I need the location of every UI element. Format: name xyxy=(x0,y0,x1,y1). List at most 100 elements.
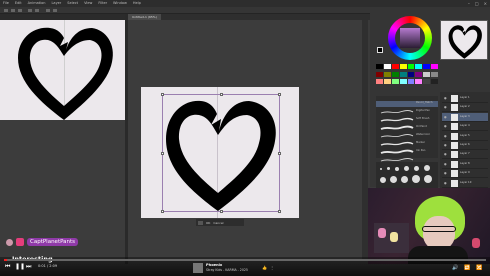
eye-icon[interactable]: ● xyxy=(444,143,447,147)
thumbs-up-icon[interactable]: 👍 xyxy=(262,265,270,270)
brush-stroke-preview[interactable] xyxy=(380,132,414,146)
main-color-swatch[interactable] xyxy=(377,47,383,53)
brush-size-dot[interactable] xyxy=(404,166,409,171)
eye-icon[interactable]: ● xyxy=(444,162,447,166)
more-icon[interactable]: ⋮ xyxy=(270,265,277,270)
pause-icon[interactable]: ❚❚ xyxy=(15,263,25,270)
shuffle-icon[interactable]: 🔀 xyxy=(476,265,482,271)
fill-icon[interactable] xyxy=(53,9,57,12)
color-swatch[interactable] xyxy=(415,71,423,77)
brush-size-dot[interactable] xyxy=(401,176,408,183)
brush-stroke-preview[interactable] xyxy=(380,140,414,154)
layer-row[interactable]: ● Layer 7 xyxy=(442,150,488,160)
layer-row[interactable]: ● Layer 10 xyxy=(442,179,488,188)
eye-icon[interactable]: ● xyxy=(444,171,447,175)
menu-edit[interactable]: Edit xyxy=(15,0,22,7)
layer-row[interactable]: ● Layer 8 xyxy=(442,160,488,169)
volume-icon[interactable]: 🔊 xyxy=(452,265,458,271)
brush-size-dot[interactable] xyxy=(424,175,432,183)
layer-row[interactable]: ● Layer 9 xyxy=(442,169,488,179)
color-swatch[interactable] xyxy=(407,64,415,69)
menu-animation[interactable]: Animation xyxy=(28,0,46,7)
brush-size-dot[interactable] xyxy=(412,175,420,183)
eye-icon[interactable]: ● xyxy=(444,152,447,156)
brush-size-dot[interactable] xyxy=(380,168,382,170)
layer-row[interactable]: ● Layer 4 xyxy=(442,122,488,132)
new-file-icon[interactable] xyxy=(4,9,8,12)
menu-layer[interactable]: Layer xyxy=(51,0,61,7)
brush-stroke-preview[interactable] xyxy=(380,124,414,138)
brush-size-dot[interactable] xyxy=(387,167,390,170)
brush-label[interactable]: Ink Pen xyxy=(416,149,425,152)
transform-handle[interactable] xyxy=(161,152,164,155)
brush-stroke-preview[interactable] xyxy=(380,148,414,162)
layer-row[interactable]: ● Layer 1 xyxy=(442,94,488,103)
transform-handle[interactable] xyxy=(161,210,164,213)
transform-handle[interactable] xyxy=(278,210,281,213)
color-swatch[interactable] xyxy=(399,79,407,85)
skip-forward-icon[interactable]: ⏭ xyxy=(26,263,31,271)
saturation-value-square[interactable] xyxy=(400,28,420,48)
eye-icon[interactable]: ● xyxy=(444,181,447,185)
color-swatch[interactable] xyxy=(431,79,438,85)
color-swatch[interactable] xyxy=(407,71,415,77)
color-swatch[interactable] xyxy=(376,71,383,77)
layer-row[interactable]: ● Layer 5 xyxy=(442,132,488,141)
color-swatch[interactable] xyxy=(383,71,391,77)
close-icon[interactable]: × xyxy=(484,1,487,6)
transform-handle[interactable] xyxy=(220,210,223,213)
menu-select[interactable]: Select xyxy=(67,0,78,7)
redo-icon[interactable] xyxy=(35,9,39,12)
repeat-icon[interactable]: 🔁 xyxy=(464,265,470,271)
color-swatch[interactable] xyxy=(431,71,438,77)
brush-label[interactable]: Watercolor xyxy=(416,133,430,136)
color-swatch[interactable] xyxy=(399,71,407,77)
color-swatch[interactable] xyxy=(391,64,399,69)
color-swatch[interactable] xyxy=(415,64,423,69)
layer-row[interactable]: ● Layer 2 xyxy=(442,103,488,113)
brush-label[interactable]: Pencil_Hatch xyxy=(416,101,433,104)
color-swatch[interactable] xyxy=(391,71,399,77)
clear-icon[interactable] xyxy=(46,9,50,12)
color-swatch[interactable] xyxy=(431,64,438,69)
transform-handle[interactable] xyxy=(220,93,223,96)
eye-icon[interactable]: ● xyxy=(444,124,447,128)
eye-icon[interactable]: ● xyxy=(444,134,447,138)
brush-stroke-preview[interactable] xyxy=(380,108,414,122)
transform-handle[interactable] xyxy=(278,93,281,96)
brush-size-dot[interactable] xyxy=(380,177,386,183)
brush-label[interactable]: Digital Pen xyxy=(416,109,430,112)
brush-size-dot[interactable] xyxy=(395,167,399,171)
color-swatch[interactable] xyxy=(399,64,407,69)
brush-stroke-preview[interactable] xyxy=(380,100,414,114)
brush-stroke-preview[interactable] xyxy=(380,116,414,130)
maximize-icon[interactable]: □ xyxy=(475,1,479,6)
color-swatch[interactable] xyxy=(391,79,399,85)
eye-icon[interactable]: ● xyxy=(444,96,447,100)
brush-label[interactable]: Oil Paint xyxy=(416,125,427,128)
save-icon[interactable] xyxy=(18,9,22,12)
minimize-icon[interactable]: – xyxy=(468,1,470,6)
color-swatch[interactable] xyxy=(423,79,431,85)
color-swatch[interactable] xyxy=(383,79,391,85)
color-wheel[interactable] xyxy=(388,16,432,60)
open-file-icon[interactable] xyxy=(11,9,15,12)
layer-row[interactable]: ● Layer 3 xyxy=(442,112,488,122)
layer-row[interactable]: ● Layer 6 xyxy=(442,141,488,150)
color-swatch[interactable] xyxy=(376,79,383,85)
brush-size-dot[interactable] xyxy=(424,165,430,171)
brush-label[interactable]: Marker xyxy=(416,141,425,144)
transform-handle[interactable] xyxy=(161,93,164,96)
color-swatch[interactable] xyxy=(423,71,431,77)
transform-bounding-box[interactable] xyxy=(161,93,281,213)
brush-size-dot[interactable] xyxy=(390,176,397,183)
color-swatch[interactable] xyxy=(415,79,423,85)
skip-back-icon[interactable]: ⏮ xyxy=(5,263,10,271)
menu-file[interactable]: File xyxy=(3,0,9,7)
menu-window[interactable]: Window xyxy=(113,0,127,7)
transform-handle[interactable] xyxy=(278,152,281,155)
reference-canvas[interactable] xyxy=(0,20,125,120)
ok-button[interactable]: OK xyxy=(206,221,210,225)
eye-icon[interactable]: ● xyxy=(444,115,447,119)
color-swatch[interactable] xyxy=(423,64,431,69)
